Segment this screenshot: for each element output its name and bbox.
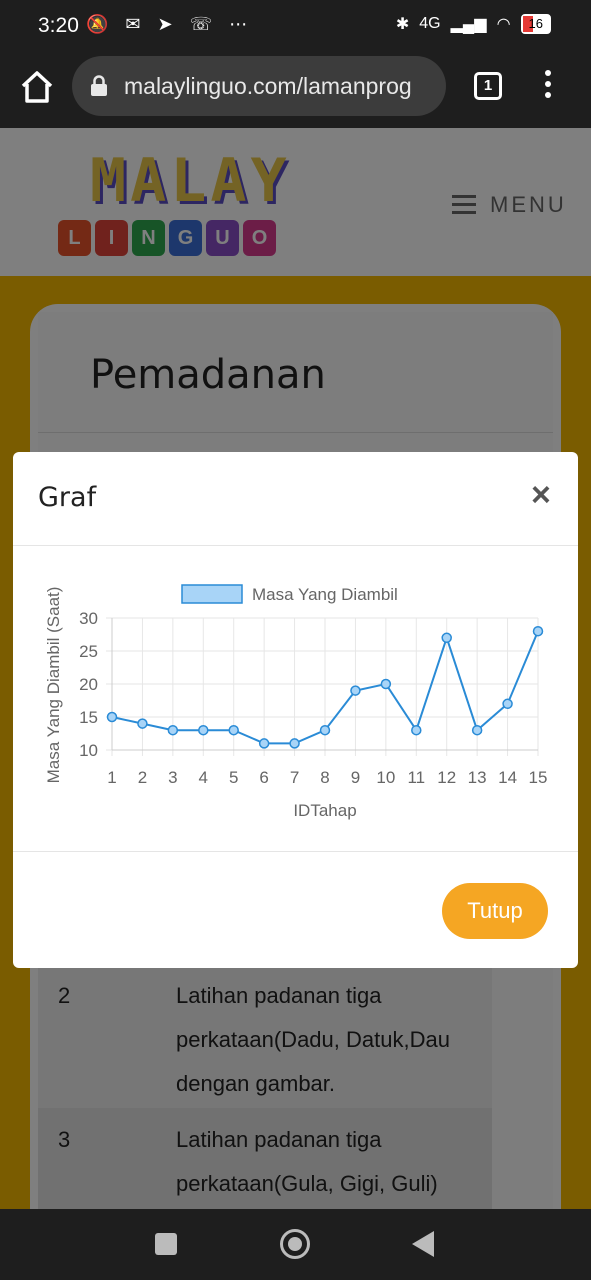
- data-point: [167, 724, 179, 736]
- x-tick-label: 9: [351, 768, 360, 787]
- x-tick-label: 14: [498, 768, 517, 787]
- chart-grid: [106, 617, 539, 756]
- system-nav-bar: [0, 1209, 591, 1280]
- data-point: [532, 625, 544, 637]
- x-tick-label: 2: [138, 768, 147, 787]
- x-tick-label: 15: [529, 768, 548, 787]
- signal-icon: ▂▄▆: [450, 16, 487, 33]
- x-tick-label: 6: [259, 768, 268, 787]
- more-options-icon[interactable]: [541, 70, 555, 102]
- y-tick-label: 15: [79, 708, 98, 727]
- url-bar[interactable]: malaylinguo.com/lamanprog: [72, 56, 446, 116]
- recent-apps-icon[interactable]: [155, 1233, 177, 1255]
- data-point: [319, 724, 331, 736]
- tab-count-button[interactable]: 1: [474, 72, 502, 100]
- legend-swatch: [181, 584, 243, 604]
- battery-level: 16: [528, 16, 543, 31]
- x-tick-label: 7: [290, 768, 299, 787]
- data-point: [137, 718, 148, 729]
- x-tick-label: 3: [168, 768, 177, 787]
- x-tick-label: 12: [437, 768, 456, 787]
- x-tick-label: 8: [320, 768, 329, 787]
- x-tick-label: 13: [468, 768, 487, 787]
- x-tick-label: 10: [376, 768, 395, 787]
- notification-icons: 🔕 ✉ ➤ ☏ ⋯: [86, 14, 254, 34]
- browser-toolbar: malaylinguo.com/lamanprog 1: [0, 54, 591, 128]
- lock-icon: [91, 75, 107, 96]
- wifi-icon: ◠: [496, 16, 511, 33]
- legend-label: Masa Yang Diambil: [252, 585, 398, 604]
- modal-footer-divider: [13, 851, 578, 852]
- data-point: [411, 724, 422, 736]
- status-bar: 3:20 🔕 ✉ ➤ ☏ ⋯ ✱ 4G ▂▄▆ ◠ 16: [0, 0, 591, 54]
- network-label: 4G: [419, 15, 441, 32]
- home-icon[interactable]: [18, 68, 56, 106]
- data-point: [350, 685, 361, 696]
- data-point: [198, 724, 209, 736]
- home-circle-icon[interactable]: [280, 1229, 310, 1259]
- url-text: malaylinguo.com/lamanprog: [124, 72, 412, 99]
- y-tick-label: 25: [79, 642, 98, 661]
- chart-labels: 10152025301 2 3 4 5 6 7 8 9 10 11 12 13 14 15Masa Yang…: [44, 584, 548, 820]
- data-point: [380, 678, 392, 690]
- data-point: [258, 738, 270, 749]
- data-point: [228, 724, 239, 736]
- y-axis-title: Masa Yang Diambil (Saat): [44, 587, 63, 784]
- y-tick-label: 10: [79, 741, 98, 760]
- data-point: [289, 738, 300, 749]
- data-point: [471, 724, 483, 736]
- back-icon[interactable]: [412, 1231, 434, 1257]
- bluetooth-icon: ✱: [395, 16, 410, 33]
- x-axis-title: IDTahap: [293, 801, 356, 820]
- data-point: [502, 698, 513, 710]
- y-tick-label: 30: [79, 609, 98, 628]
- status-time: 3:20: [38, 14, 79, 37]
- status-right: ✱ 4G ▂▄▆ ◠ 16: [396, 14, 551, 34]
- x-tick-label: 11: [407, 768, 425, 787]
- battery-icon: 16: [520, 14, 551, 34]
- data-point: [441, 632, 452, 644]
- y-tick-label: 20: [79, 675, 98, 694]
- data-point: [106, 711, 118, 723]
- line-chart: 10152025301 2 3 4 5 6 7 8 9 10 11 12 13 14 15Masa Yang…: [44, 584, 548, 820]
- graph-modal: Graf × 10 15 20 25 30 1 2 3 4 5 6 7 8 9 10 11 12 13 14 15 Ma…: [13, 452, 578, 968]
- x-tick-label: 1: [107, 768, 116, 787]
- x-tick-label: 5: [229, 768, 238, 787]
- close-button[interactable]: Tutup: [442, 883, 548, 939]
- x-tick-label: 4: [199, 768, 208, 787]
